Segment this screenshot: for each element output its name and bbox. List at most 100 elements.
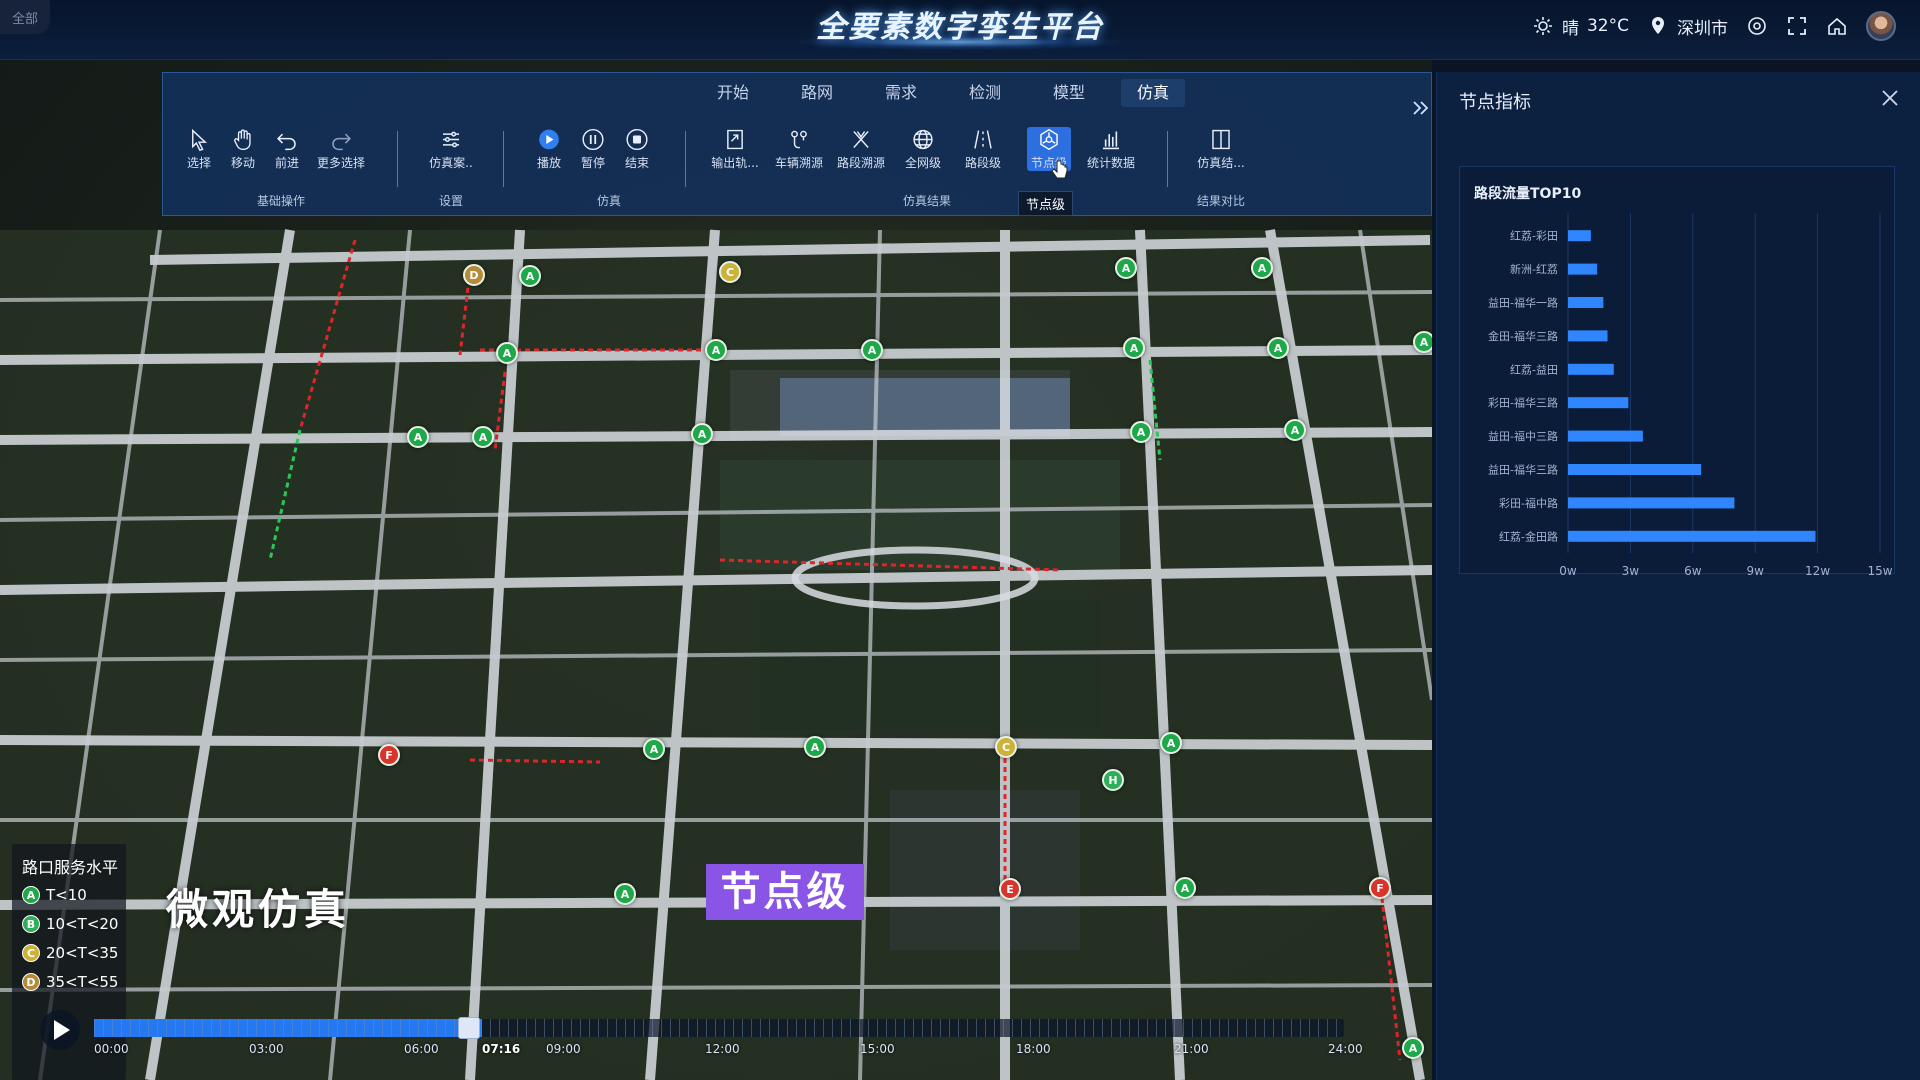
x-tick-label: 3w — [1622, 564, 1640, 575]
timeline-label: 00:00 — [94, 1042, 129, 1056]
toolbar-separator — [397, 131, 398, 187]
timeline-label: 06:00 — [404, 1042, 439, 1056]
tool-label: 结束 — [624, 156, 649, 170]
timeline-label: 24:00 — [1328, 1042, 1363, 1056]
vehicle-trace-button[interactable]: 车辆溯源 — [767, 127, 831, 171]
collapse-panel-button[interactable] — [1410, 96, 1432, 120]
timeline-ticks — [94, 1019, 1344, 1037]
intersection-marker-a[interactable]: A — [519, 265, 541, 287]
segment-trace-button[interactable]: 路段溯源 — [829, 127, 893, 171]
timeline-track[interactable] — [94, 1017, 1344, 1039]
tool-label: 仿真结... — [1197, 156, 1245, 170]
fullscreen-icon[interactable] — [1786, 15, 1808, 37]
tool-label: 播放 — [536, 156, 561, 170]
bar — [1568, 363, 1614, 375]
vehicle-trace-icon — [791, 130, 807, 149]
timeline-play-button[interactable] — [40, 1010, 80, 1050]
sun-icon — [1532, 15, 1554, 37]
tool-label: 输出轨... — [711, 156, 759, 170]
intersection-marker-d[interactable]: D — [463, 264, 485, 286]
intersection-marker-a[interactable]: A — [643, 738, 665, 760]
tab-model[interactable]: 模型 — [1037, 79, 1101, 107]
city-name: 深圳市 — [1677, 18, 1728, 39]
tool-label: 路段溯源 — [836, 156, 885, 170]
export-icon — [727, 129, 743, 150]
intersection-marker-a[interactable]: A — [1267, 337, 1289, 359]
category-label: 彩田-福华三路 — [1488, 396, 1558, 410]
intersection-marker-a[interactable]: A — [1174, 877, 1196, 899]
intersection-marker-f[interactable]: F — [378, 744, 400, 766]
simulation-timeline: 00:00 03:00 06:00 07:16 09:00 12:00 15:00 18:00… — [40, 1006, 1363, 1066]
legend-item-b: B 10<T<20 — [22, 915, 118, 933]
bar — [1568, 263, 1598, 275]
category-label: 益田-福华三路 — [1488, 463, 1558, 477]
timeline-label: 09:00 — [546, 1042, 581, 1056]
intersection-marker-f[interactable]: F — [1369, 877, 1391, 899]
stop-button[interactable]: 结束 — [605, 127, 669, 171]
intersection-marker-a[interactable]: A — [804, 736, 826, 758]
weather-text: 晴 — [1561, 18, 1579, 39]
target-icon[interactable] — [1746, 15, 1768, 37]
intersection-marker-c[interactable]: C — [995, 736, 1017, 758]
intersection-marker-a[interactable]: A — [1413, 331, 1432, 353]
category-label: 红荔-金田路 — [1499, 529, 1558, 543]
more-select-tool-button[interactable]: 更多选择 — [309, 127, 373, 171]
home-icon[interactable] — [1826, 15, 1848, 37]
tab-simulation[interactable]: 仿真 — [1121, 79, 1185, 107]
legend-item-a: A T<10 — [22, 886, 87, 904]
network-level-button[interactable]: 全网级 — [891, 127, 955, 171]
x-tick-label: 12w — [1805, 564, 1830, 575]
avatar[interactable] — [1866, 11, 1896, 41]
globe-icon — [913, 129, 933, 150]
tool-label: 暂停 — [580, 156, 605, 170]
legend-label: 35<T<55 — [46, 973, 119, 991]
segment-level-button[interactable]: 路段级 — [951, 127, 1015, 171]
intersection-marker-a[interactable]: A — [705, 339, 727, 361]
timeline-scrubber-handle[interactable] — [458, 1017, 480, 1039]
tab-demand[interactable]: 需求 — [869, 79, 933, 107]
intersection-marker-a[interactable]: A — [407, 426, 429, 448]
statistics-data-button[interactable]: 统计数据 — [1079, 127, 1143, 171]
legend-title: 路口服务水平 — [22, 858, 119, 877]
toolbar-separator — [685, 131, 686, 187]
city-selector[interactable]: 深圳市 — [1647, 14, 1728, 39]
category-label: 红荔-益田 — [1510, 362, 1558, 376]
group-label-simulation: 仿真 — [596, 194, 621, 208]
play-icon — [54, 1020, 70, 1040]
intersection-marker-a[interactable]: A — [1160, 732, 1182, 754]
tab-detection[interactable]: 检测 — [953, 79, 1017, 107]
tool-label: 选择 — [186, 156, 211, 170]
intersection-marker-a[interactable]: A — [1402, 1037, 1424, 1059]
timeline-label: 07:16 — [482, 1042, 521, 1056]
intersection-marker-a[interactable]: A — [1123, 337, 1145, 359]
play-circle-icon — [539, 129, 559, 150]
intersection-marker-c[interactable]: C — [719, 261, 741, 283]
close-button[interactable] — [1878, 86, 1902, 110]
bar — [1568, 464, 1702, 475]
intersection-marker-a[interactable]: A — [1115, 257, 1137, 279]
output-trajectory-button[interactable]: 输出轨... — [703, 127, 767, 171]
tab-start[interactable]: 开始 — [701, 79, 765, 107]
title-area: 全要素数字孪生平台 — [760, 0, 1160, 58]
split-compare-icon — [1212, 129, 1230, 150]
intersection-marker-a[interactable]: A — [861, 339, 883, 361]
intersection-marker-h[interactable]: H — [1102, 769, 1124, 791]
mouse-pointer-icon — [1051, 160, 1068, 179]
category-label: 红荔-彩田 — [1510, 230, 1558, 243]
intersection-marker-a[interactable]: A — [1284, 419, 1306, 441]
pause-circle-icon — [582, 128, 604, 151]
intersection-marker-a[interactable]: A — [1251, 257, 1273, 279]
intersection-marker-e[interactable]: E — [999, 878, 1021, 900]
simulation-case-button[interactable]: 仿真案.. — [419, 127, 483, 171]
intersection-marker-a[interactable]: A — [472, 426, 494, 448]
intersection-marker-a[interactable]: A — [1130, 421, 1152, 443]
result-compare-button[interactable]: 仿真结... — [1189, 127, 1253, 171]
legend-item-c: C 20<T<35 — [22, 944, 118, 962]
intersection-marker-a[interactable]: A — [614, 883, 636, 905]
panel-title: 节点指标 — [1459, 92, 1531, 113]
intersection-marker-a[interactable]: A — [496, 342, 518, 364]
intersection-marker-a[interactable]: A — [691, 423, 713, 445]
corner-label[interactable]: 全部 — [0, 0, 50, 34]
tab-road-network[interactable]: 路网 — [785, 79, 849, 107]
node-level-caption: 节点级 — [706, 864, 864, 920]
